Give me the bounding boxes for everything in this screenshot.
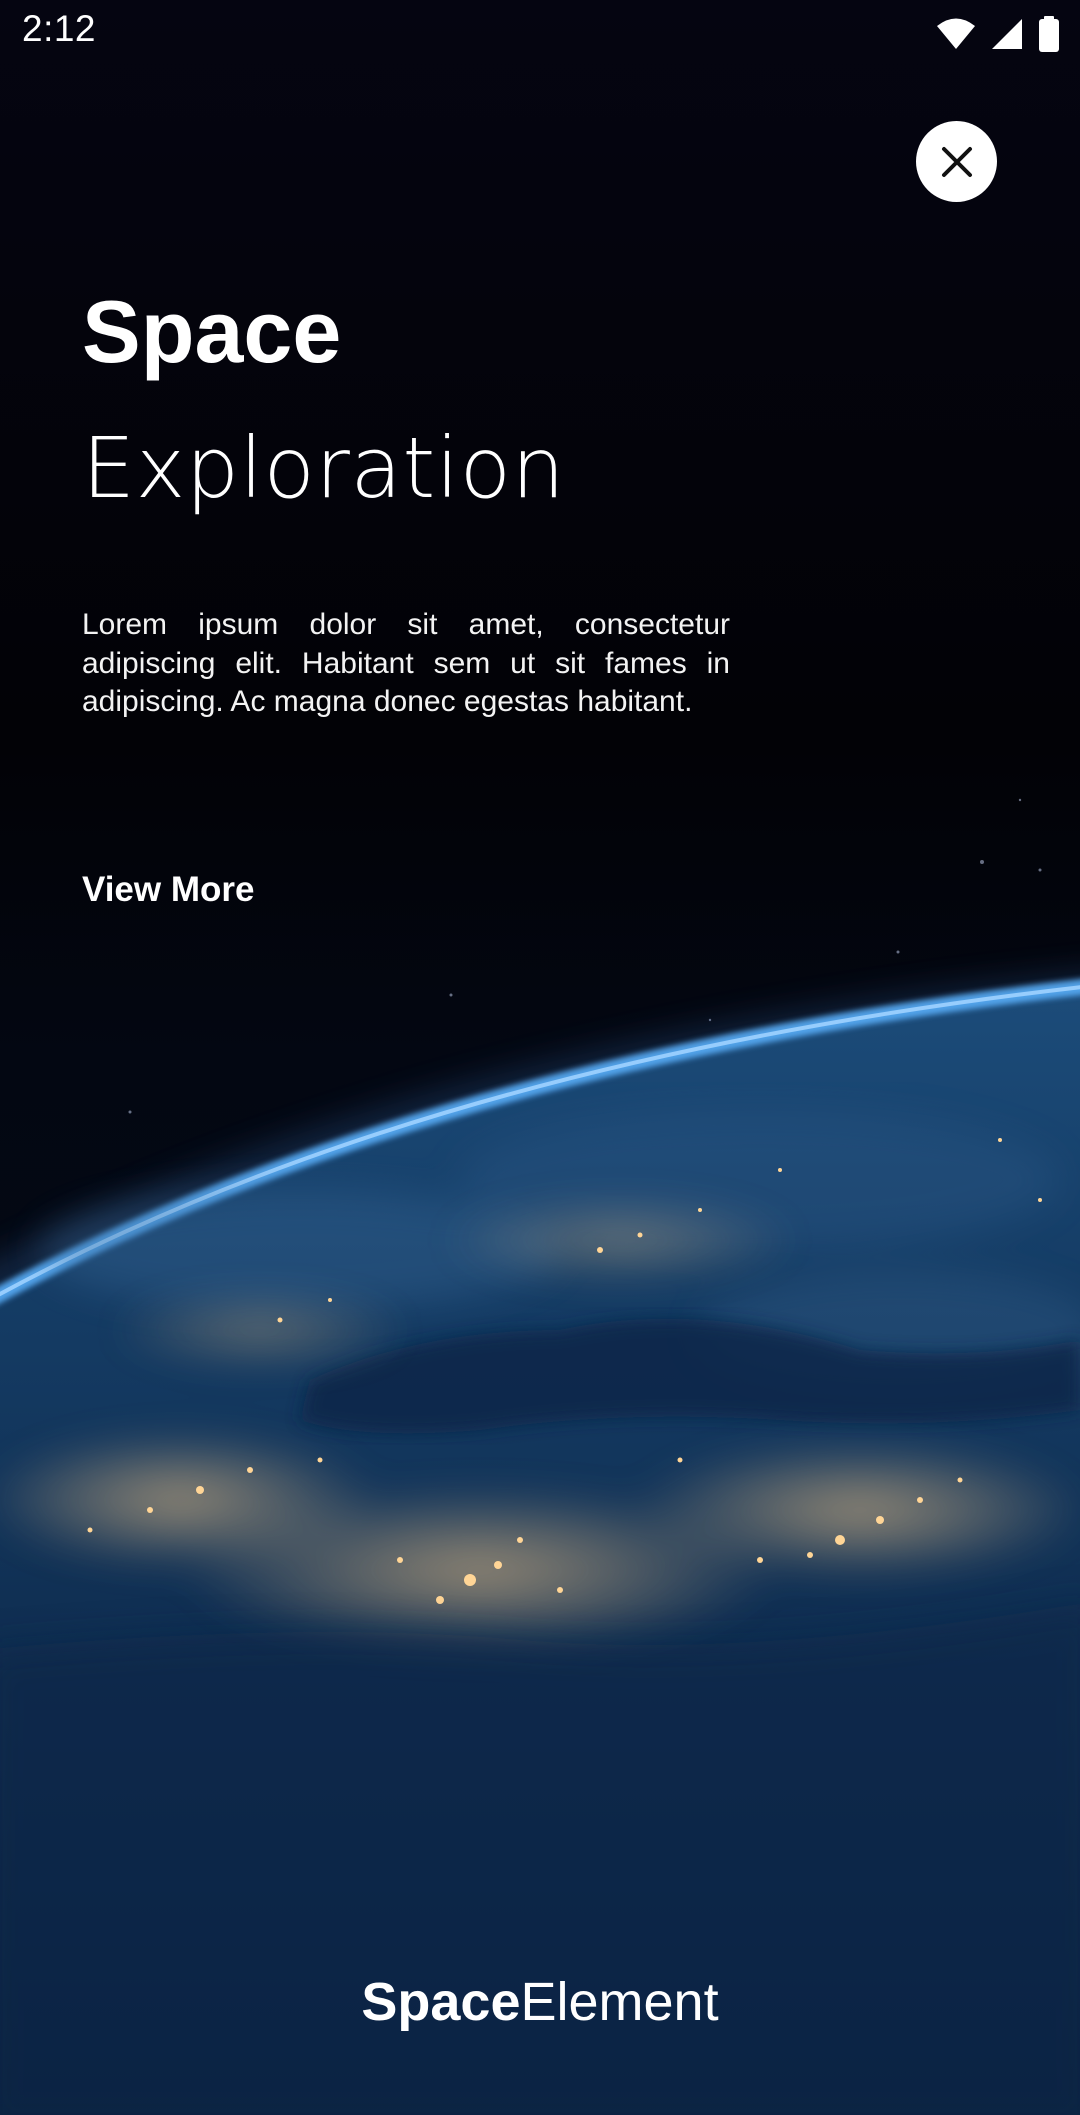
close-icon: [941, 146, 972, 177]
cell-signal-icon: [992, 19, 1022, 49]
page-subtitle: Exploration: [82, 419, 566, 517]
wifi-icon: [937, 18, 975, 49]
view-more-link[interactable]: View More: [82, 868, 254, 912]
status-time: 2:12: [22, 8, 97, 49]
close-button[interactable]: [916, 121, 997, 202]
brand-name-bold: Space: [361, 1972, 521, 2032]
page-title: Space: [82, 282, 342, 381]
battery-icon: [1039, 16, 1059, 52]
description-text: Lorem ipsum dolor sit amet, consectetur …: [82, 608, 730, 718]
screen: 2:12 Space Exploration Lorem ipsum dolor…: [0, 0, 1080, 2115]
brand-logo: SpaceElement: [0, 1970, 1080, 2034]
status-icons: [936, 14, 1060, 54]
status-bar: 2:12: [0, 0, 1080, 66]
brand-name-regular: Element: [520, 1972, 719, 2032]
